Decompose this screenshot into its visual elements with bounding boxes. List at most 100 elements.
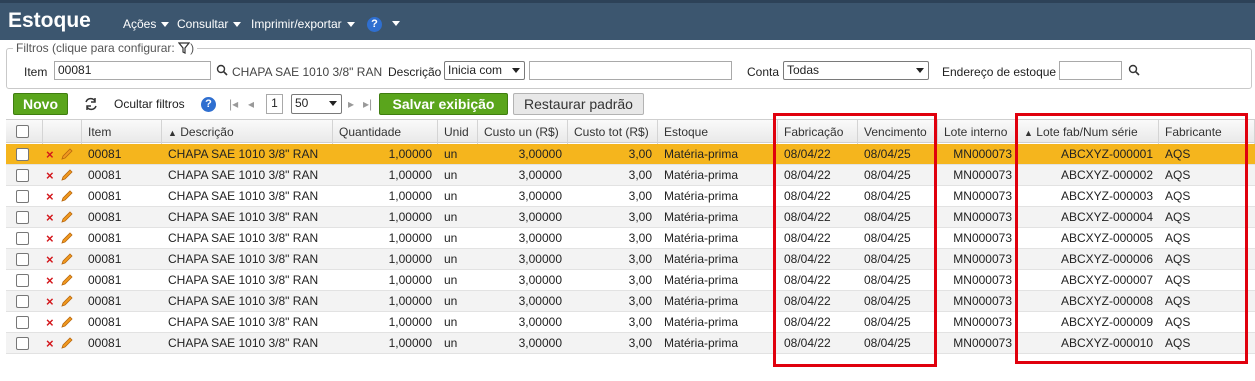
delete-icon[interactable]: × bbox=[46, 336, 54, 351]
refresh-icon[interactable] bbox=[84, 97, 98, 111]
cell-descricao: CHAPA SAE 1010 3/8" RAN bbox=[168, 315, 319, 329]
prev-page-icon[interactable]: ◂ bbox=[248, 97, 254, 111]
col-unid[interactable]: Unid bbox=[438, 120, 478, 144]
edit-pencil-icon[interactable] bbox=[60, 168, 74, 182]
col-custo-un[interactable]: Custo un (R$) bbox=[478, 120, 568, 144]
cell-item: 00081 bbox=[88, 210, 122, 224]
cell-custo-un: 3,00000 bbox=[518, 210, 562, 224]
edit-pencil-icon[interactable] bbox=[60, 294, 74, 308]
cell-estoque: Matéria-prima bbox=[664, 189, 739, 203]
help-icon[interactable]: ? bbox=[201, 97, 216, 112]
col-custo-tot[interactable]: Custo tot (R$) bbox=[568, 120, 658, 144]
ocultar-filtros-link[interactable]: Ocultar filtros bbox=[114, 97, 185, 111]
descricao-input[interactable] bbox=[529, 61, 732, 80]
page-number-input[interactable]: 1 bbox=[266, 94, 283, 114]
edit-pencil-icon[interactable] bbox=[60, 315, 74, 329]
cell-lote-interno: MN000073 bbox=[953, 336, 1012, 350]
edit-pencil-icon[interactable] bbox=[60, 189, 74, 203]
descricao-label: Descrição bbox=[388, 65, 442, 79]
cell-custo-un: 3,00000 bbox=[518, 252, 562, 266]
delete-icon[interactable]: × bbox=[46, 147, 54, 162]
cell-custo-tot: 3,00 bbox=[628, 168, 652, 182]
cell-custo-tot: 3,00 bbox=[628, 231, 652, 245]
cell-custo-tot: 3,00 bbox=[628, 294, 652, 308]
header-select-all[interactable] bbox=[6, 120, 43, 144]
menu-consultar[interactable]: Consultar bbox=[177, 17, 242, 31]
cell-lote-interno: MN000073 bbox=[953, 252, 1012, 266]
col-lote-interno[interactable]: Lote interno bbox=[938, 120, 1018, 144]
col-item[interactable]: Item bbox=[82, 120, 162, 144]
delete-icon[interactable]: × bbox=[46, 168, 54, 183]
edit-pencil-icon[interactable] bbox=[60, 273, 74, 287]
cell-lote-interno: MN000073 bbox=[953, 168, 1012, 182]
row-checkbox[interactable] bbox=[16, 148, 29, 161]
cell-estoque: Matéria-prima bbox=[664, 336, 739, 350]
select-all-checkbox[interactable] bbox=[16, 125, 29, 138]
col-estoque[interactable]: Estoque bbox=[658, 120, 778, 144]
row-checkbox[interactable] bbox=[16, 274, 29, 287]
chevron-down-icon bbox=[916, 68, 924, 73]
col-quantidade[interactable]: Quantidade bbox=[333, 120, 438, 144]
conta-select[interactable]: Todas bbox=[783, 61, 929, 80]
edit-pencil-icon[interactable] bbox=[60, 147, 74, 161]
search-icon[interactable] bbox=[216, 64, 228, 76]
cell-custo-un: 3,00000 bbox=[518, 315, 562, 329]
delete-icon[interactable]: × bbox=[46, 210, 54, 225]
highlight-dates-box bbox=[773, 113, 937, 367]
endereco-input[interactable] bbox=[1059, 61, 1122, 80]
cell-estoque: Matéria-prima bbox=[664, 315, 739, 329]
next-page-icon[interactable]: ▸ bbox=[348, 97, 354, 111]
chevron-down-icon bbox=[233, 22, 242, 28]
cell-custo-un: 3,00000 bbox=[518, 336, 562, 350]
col-descricao[interactable]: ▲ Descrição bbox=[162, 120, 333, 144]
search-icon[interactable] bbox=[1128, 64, 1140, 76]
menu-imprimir-exportar[interactable]: Imprimir/exportar bbox=[251, 17, 355, 31]
cell-custo-tot: 3,00 bbox=[628, 147, 652, 161]
delete-icon[interactable]: × bbox=[46, 294, 54, 309]
row-checkbox[interactable] bbox=[16, 316, 29, 329]
row-checkbox[interactable] bbox=[16, 232, 29, 245]
row-checkbox[interactable] bbox=[16, 253, 29, 266]
cell-descricao: CHAPA SAE 1010 3/8" RAN bbox=[168, 189, 319, 203]
delete-icon[interactable]: × bbox=[46, 252, 54, 267]
row-checkbox[interactable] bbox=[16, 211, 29, 224]
item-input[interactable]: 00081 bbox=[54, 61, 211, 80]
cell-item: 00081 bbox=[88, 273, 122, 287]
cell-lote-interno: MN000073 bbox=[953, 210, 1012, 224]
delete-icon[interactable]: × bbox=[46, 315, 54, 330]
edit-pencil-icon[interactable] bbox=[60, 231, 74, 245]
edit-pencil-icon[interactable] bbox=[60, 336, 74, 350]
cell-custo-un: 3,00000 bbox=[518, 294, 562, 308]
cell-estoque: Matéria-prima bbox=[664, 231, 739, 245]
row-checkbox[interactable] bbox=[16, 295, 29, 308]
delete-icon[interactable]: × bbox=[46, 189, 54, 204]
descricao-mode-select[interactable]: Inicia com bbox=[444, 61, 525, 80]
cell-item: 00081 bbox=[88, 294, 122, 308]
cell-item: 00081 bbox=[88, 252, 122, 266]
novo-button[interactable]: Novo bbox=[13, 93, 68, 115]
restaurar-padrao-button[interactable]: Restaurar padrão bbox=[513, 93, 644, 115]
first-page-icon[interactable]: |◂ bbox=[229, 97, 238, 111]
last-page-icon[interactable]: ▸| bbox=[363, 97, 372, 111]
delete-icon[interactable]: × bbox=[46, 273, 54, 288]
edit-pencil-icon[interactable] bbox=[60, 252, 74, 266]
cell-item: 00081 bbox=[88, 168, 122, 182]
cell-custo-un: 3,00000 bbox=[518, 189, 562, 203]
per-page-select[interactable]: 50 bbox=[291, 94, 342, 114]
cell-estoque: Matéria-prima bbox=[664, 252, 739, 266]
edit-pencil-icon[interactable] bbox=[60, 210, 74, 224]
delete-icon[interactable]: × bbox=[46, 231, 54, 246]
menu-help[interactable]: ? bbox=[367, 16, 400, 32]
row-checkbox[interactable] bbox=[16, 169, 29, 182]
salvar-exibicao-button[interactable]: Salvar exibição bbox=[379, 93, 508, 115]
menu-acoes[interactable]: Ações bbox=[123, 17, 170, 31]
row-checkbox[interactable] bbox=[16, 190, 29, 203]
cell-unid: un bbox=[444, 294, 458, 308]
cell-lote-interno: MN000073 bbox=[953, 273, 1012, 287]
cell-unid: un bbox=[444, 252, 458, 266]
filters-legend[interactable]: Filtros (clique para configurar: ) bbox=[13, 41, 198, 55]
cell-custo-un: 3,00000 bbox=[518, 273, 562, 287]
cell-quantidade: 1,00000 bbox=[388, 315, 432, 329]
row-checkbox[interactable] bbox=[16, 337, 29, 350]
cell-quantidade: 1,00000 bbox=[388, 336, 432, 350]
